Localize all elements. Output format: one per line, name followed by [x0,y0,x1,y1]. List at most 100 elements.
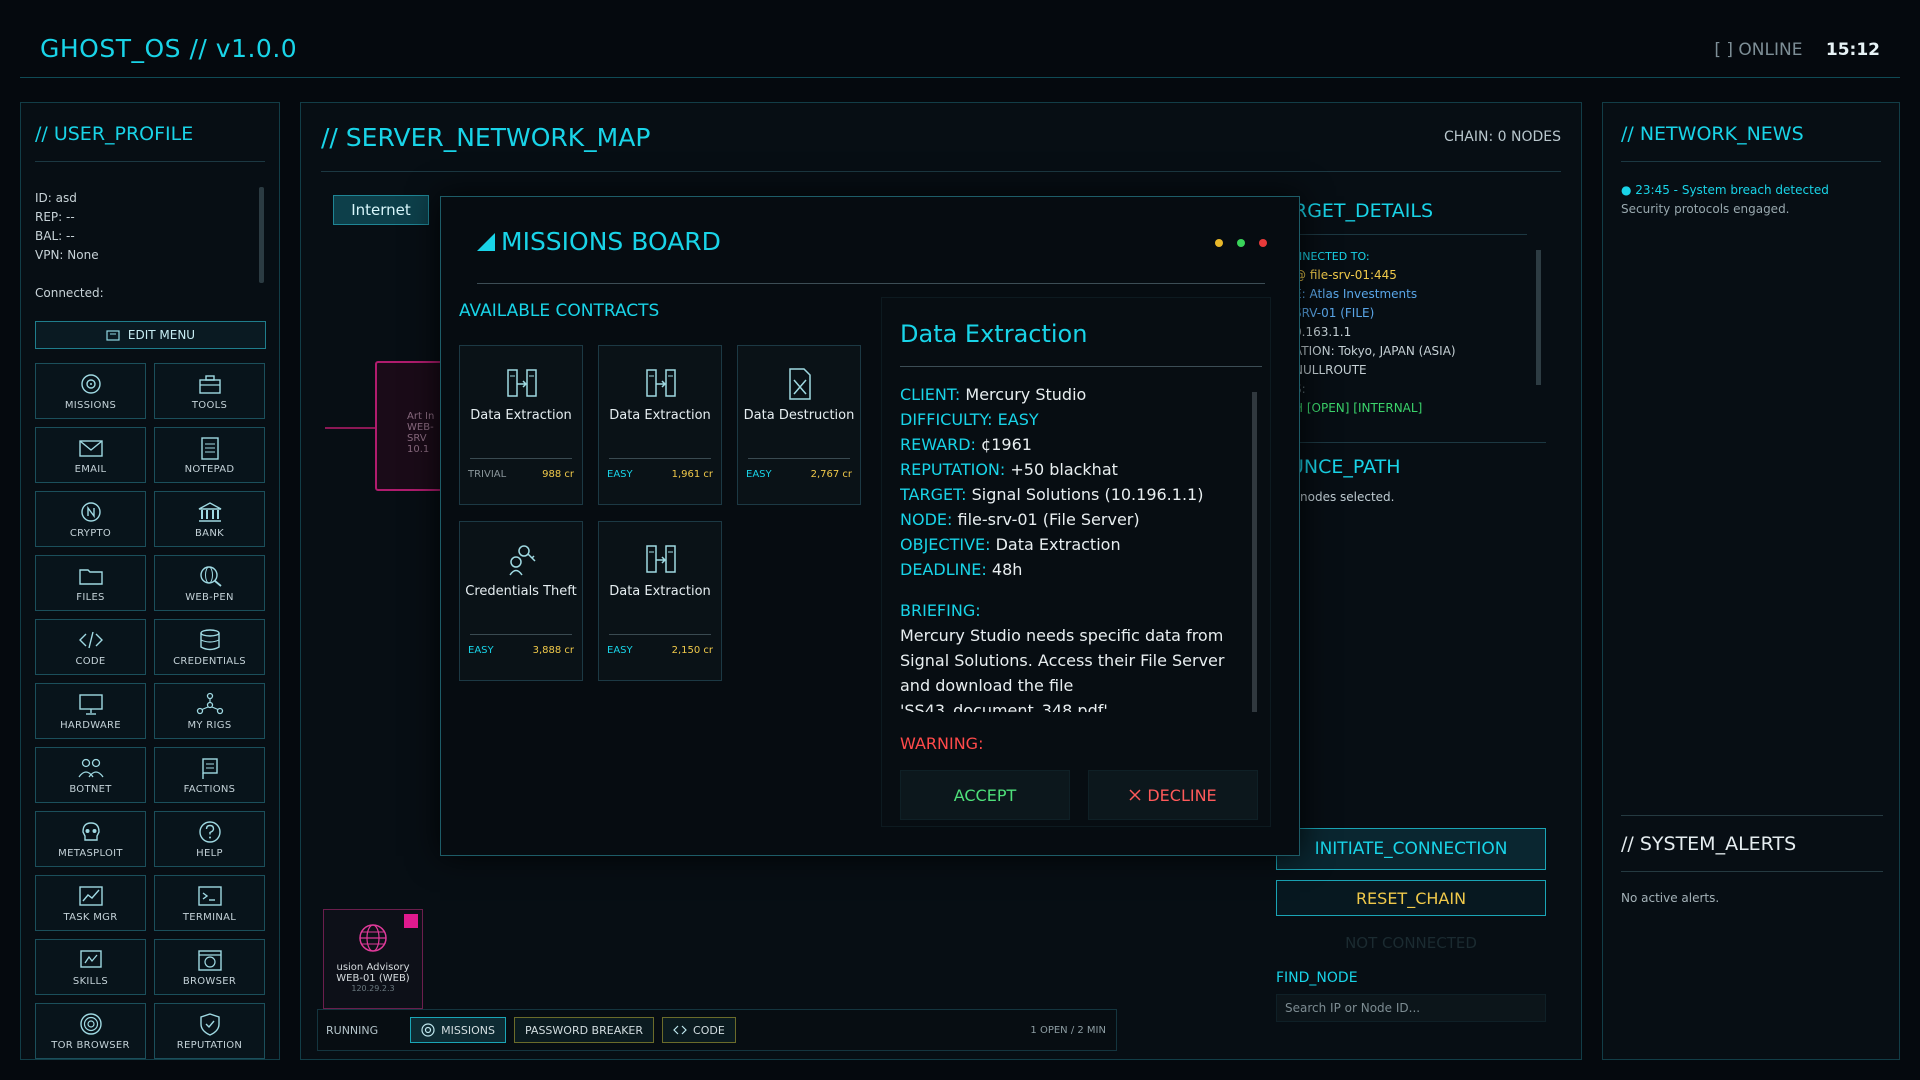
decline-button[interactable]: DECLINE [1088,770,1258,820]
taskbar-password-breaker[interactable]: PASSWORD BREAKER [513,1017,655,1043]
missions-board-title-text: MISSIONS BOARD [501,227,721,256]
app-tile-factions[interactable]: FACTIONS [154,747,265,803]
app-tile-browser[interactable]: BROWSER [154,939,265,995]
globe-search-icon [199,565,222,587]
contract-card[interactable]: Data Extraction EASY 1,961 cr [598,345,722,505]
app-tile-reputation[interactable]: REPUTATION [154,1003,265,1059]
app-tile-tools[interactable]: TOOLS [154,363,265,419]
app-tile-label: SKILLS [72,975,109,987]
people-icon [77,758,104,777]
app-tile-label: FILES [76,591,105,603]
taskbar-missions[interactable]: MISSIONS [410,1017,506,1043]
internet-tab[interactable]: Internet [333,195,429,225]
taskbar-password-breaker-label: PASSWORD BREAKER [524,1023,644,1037]
missions-board-title: MISSIONS BOARD [477,227,721,256]
network-map-title: // SERVER_NETWORK_MAP [321,123,651,152]
target-line: H [OPEN] [INTERNAL] [1294,401,1423,415]
taskbar: RUNNING MISSIONS PASSWORD BREAKER CODE 1… [317,1009,1117,1051]
detail-scrollbar[interactable] [1252,392,1257,712]
target-line: SRV-01 (FILE) [1294,306,1375,320]
toolbox-icon [198,374,221,394]
app-tile-label: BANK [195,527,224,539]
app-tile-email[interactable]: EMAIL [35,427,146,483]
objective-row: OBJECTIVE: Data Extraction [900,532,1255,557]
app-tile-hardware[interactable]: HARDWARE [35,683,146,739]
app-tile-crypto[interactable]: CRYPTO [35,491,146,547]
profile-line: REP: -- [35,210,75,224]
deadline-key: DEADLINE: [900,560,987,579]
app-tile-web-pen[interactable]: WEB-PEN [154,555,265,611]
reset-chain-button[interactable]: RESET_CHAIN [1276,880,1546,916]
node-key: NODE: [900,510,953,529]
app-tile-metasploit[interactable]: METASPLOIT [35,811,146,867]
app-tile-bank[interactable]: BANK [154,491,265,547]
contract-card[interactable]: Credentials Theft EASY 3,888 cr [459,521,583,681]
app-tile-code[interactable]: CODE [35,619,146,675]
app-tile-terminal[interactable]: TERMINAL [154,875,265,931]
difficulty-value: EASY [997,410,1039,429]
edit-icon [106,330,120,341]
objective-key: OBJECTIVE: [900,535,991,554]
chart-icon [78,885,103,906]
contract-card[interactable]: Data Extraction TRIVIAL 988 cr [459,345,583,505]
target-details: RGET_DETAILS NNECTED TO: @ file-srv-01:4… [1270,200,1550,425]
accept-button[interactable]: ACCEPT [900,770,1070,820]
app-tile-my-rigs[interactable]: MY RIGS [154,683,265,739]
objective-value: Data Extraction [995,535,1121,554]
flag-icon [201,757,218,779]
contract-card[interactable]: Data Extraction EASY 2,150 cr [598,521,722,681]
app-tile-task-mgr[interactable]: TASK MGR [35,875,146,931]
briefing-key: BRIEFING: [900,601,981,620]
minimize-dot[interactable] [1215,239,1223,247]
app-tile-label: CRYPTO [69,527,112,539]
folder-icon [78,568,103,585]
divider [1284,442,1546,443]
profile-scrollbar[interactable] [259,187,264,283]
top-bar: GHOST_OS // v1.0.0 [ ] ONLINE 15:12 [20,18,1900,78]
close-icon [1129,789,1141,801]
app-tile-help[interactable]: HELP [154,811,265,867]
network-node[interactable]: usion Advisory WEB-01 (WEB) 120.29.2.3 [323,909,423,1009]
app-tile-notepad[interactable]: NOTEPAD [154,427,265,483]
network-nodes-icon [196,692,223,714]
app-tile-missions[interactable]: MISSIONS [35,363,146,419]
find-node-input[interactable] [1276,994,1546,1022]
app-tile-label: EMAIL [74,463,107,475]
taskbar-code[interactable]: CODE [662,1017,736,1043]
browser-icon [197,949,222,971]
divider [609,634,711,635]
available-contracts-label: AVAILABLE CONTRACTS [459,301,660,321]
reputation-value: +50 blackhat [1010,460,1118,479]
target-line: 0.163.1.1 [1294,325,1352,339]
profile-info: ID: asd REP: -- BAL: -- VPN: None Connec… [35,189,255,309]
reputation-row: REPUTATION: +50 blackhat [900,457,1255,482]
client-key: CLIENT: [900,385,961,404]
contract-name: Data Extraction [609,408,711,423]
contract-detail: Data Extraction CLIENT: Mercury Studio D… [881,297,1271,827]
maximize-dot[interactable] [1237,239,1245,247]
close-dot[interactable] [1259,239,1267,247]
app-tile-botnet[interactable]: BOTNET [35,747,146,803]
envelope-icon [78,439,103,457]
app-tile-credentials[interactable]: CREDENTIALS [154,619,265,675]
app-tile-files[interactable]: FILES [35,555,146,611]
user-profile-title: // USER_PROFILE [35,123,194,145]
target-scrollbar[interactable] [1536,250,1541,385]
app-tile-tor-browser[interactable]: TOR BROWSER [35,1003,146,1059]
app-tile-label: REPUTATION [176,1039,243,1051]
contract-title: Data Extraction [900,320,1088,348]
initiate-connection-button[interactable]: INITIATE_CONNECTION [1276,828,1546,870]
app-tile-skills[interactable]: SKILLS [35,939,146,995]
chain-count: CHAIN: 0 NODES [1443,129,1561,145]
contract-reward: 988 cr [542,469,574,480]
online-status: [ ] ONLINE [1714,40,1803,60]
target-details-lines: NNECTED TO: @ file-srv-01:445 E: Atlas I… [1294,247,1550,425]
code-icon [673,1025,687,1035]
contract-difficulty: EASY [746,469,772,480]
file-delete-icon [789,368,811,400]
network-node[interactable]: Art In WEB-SRV 10.1 [375,361,445,491]
app-tile-label: MY RIGS [187,719,232,731]
bounce-path-info: nodes selected. [1300,490,1395,504]
contract-card[interactable]: Data Destruction EASY 2,767 cr [737,345,861,505]
edit-menu-button[interactable]: EDIT MENU [35,321,266,349]
